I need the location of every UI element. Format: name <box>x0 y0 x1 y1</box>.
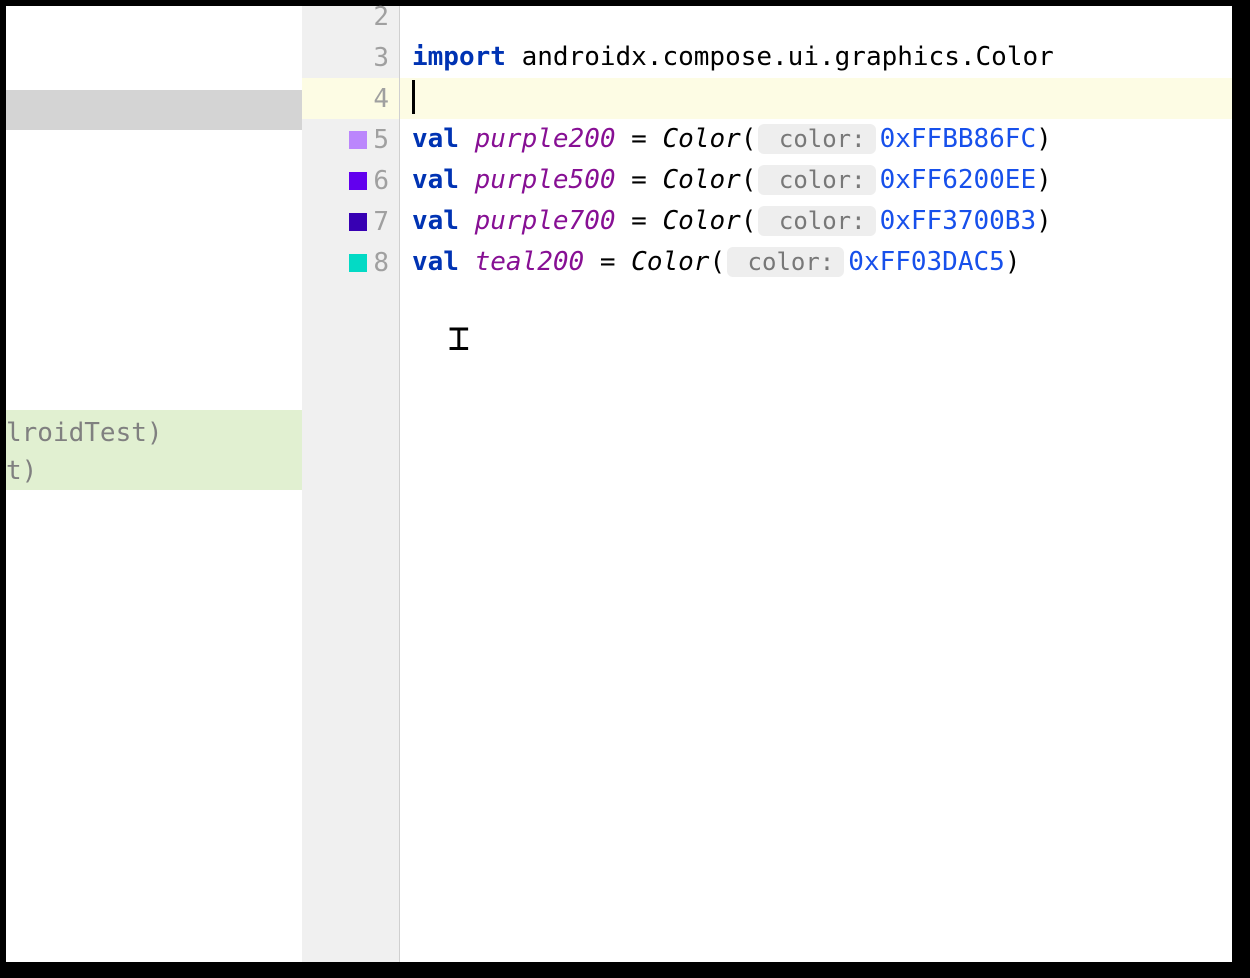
gutter-line[interactable]: 7 <box>302 201 399 242</box>
code-token <box>459 206 475 236</box>
editor-gutter[interactable]: 2345678 <box>302 6 400 962</box>
window-right-border <box>1232 0 1250 978</box>
code-token: purple500 <box>475 165 616 195</box>
code-token: color: <box>727 247 844 277</box>
code-token: 0xFF03DAC5 <box>848 247 1005 277</box>
window-bottom-border <box>0 962 1250 978</box>
color-swatch-icon[interactable] <box>349 131 367 149</box>
project-panel-item[interactable]: lroidTest) <box>6 414 302 452</box>
code-line[interactable]: val purple500 = Color( color:0xFF6200EE) <box>400 160 1232 201</box>
gutter-line[interactable]: 2 <box>302 0 399 37</box>
code-token <box>459 124 475 154</box>
gutter-line[interactable]: 5 <box>302 119 399 160</box>
project-panel-item[interactable]: t) <box>6 452 302 490</box>
code-token: val <box>412 165 459 195</box>
code-token: ) <box>1036 165 1052 195</box>
code-token: ( <box>741 124 757 154</box>
line-number: 4 <box>349 84 389 114</box>
code-token: Color <box>662 206 740 236</box>
code-token: Color <box>662 124 740 154</box>
code-token: = <box>616 206 663 236</box>
code-editor[interactable]: ⌶ import androidx.compose.ui.graphics.Co… <box>400 6 1232 962</box>
gutter-line[interactable]: 6 <box>302 160 399 201</box>
text-caret <box>412 80 415 114</box>
project-panel-source-sets[interactable]: lroidTest) t) <box>6 410 302 490</box>
code-token: 0xFF6200EE <box>880 165 1037 195</box>
code-token: ) <box>1036 124 1052 154</box>
code-token: color: <box>758 124 875 154</box>
code-token: color: <box>758 206 875 236</box>
code-token: = <box>584 247 631 277</box>
gutter-line[interactable]: 8 <box>302 242 399 283</box>
code-token: ) <box>1005 247 1021 277</box>
code-token: val <box>412 206 459 236</box>
code-token: ( <box>741 206 757 236</box>
code-token: purple200 <box>475 124 616 154</box>
code-token: val <box>412 247 459 277</box>
code-token: val <box>412 124 459 154</box>
code-token: Color <box>662 165 740 195</box>
code-token: teal200 <box>475 247 585 277</box>
text-cursor-icon: ⌶ <box>448 318 470 359</box>
code-line[interactable]: val purple700 = Color( color:0xFF3700B3) <box>400 201 1232 242</box>
code-token: purple700 <box>475 206 616 236</box>
code-token: ( <box>709 247 725 277</box>
code-token: Color <box>631 247 709 277</box>
code-token: color: <box>758 165 875 195</box>
code-token: ( <box>741 165 757 195</box>
code-line[interactable] <box>400 78 1232 119</box>
code-token: = <box>616 165 663 195</box>
line-number: 3 <box>349 43 389 73</box>
code-token <box>459 247 475 277</box>
code-line[interactable]: import androidx.compose.ui.graphics.Colo… <box>400 37 1232 78</box>
project-panel-selection[interactable] <box>6 90 302 130</box>
code-line[interactable] <box>400 0 1232 37</box>
project-panel[interactable]: lroidTest) t) <box>6 6 302 962</box>
code-line[interactable]: val teal200 = Color( color:0xFF03DAC5) <box>400 242 1232 283</box>
code-token: ) <box>1036 206 1052 236</box>
code-token: import <box>412 42 506 72</box>
code-token: = <box>616 124 663 154</box>
code-token <box>459 165 475 195</box>
code-token: androidx.compose.ui.graphics.Color <box>506 42 1054 72</box>
color-swatch-icon[interactable] <box>349 213 367 231</box>
color-swatch-icon[interactable] <box>349 172 367 190</box>
code-token: 0xFFBB86FC <box>880 124 1037 154</box>
code-token: 0xFF3700B3 <box>880 206 1037 236</box>
line-number: 2 <box>349 2 389 32</box>
code-line[interactable]: val purple200 = Color( color:0xFFBB86FC) <box>400 119 1232 160</box>
gutter-line[interactable]: 4 <box>302 78 399 119</box>
gutter-line[interactable]: 3 <box>302 37 399 78</box>
color-swatch-icon[interactable] <box>349 254 367 272</box>
